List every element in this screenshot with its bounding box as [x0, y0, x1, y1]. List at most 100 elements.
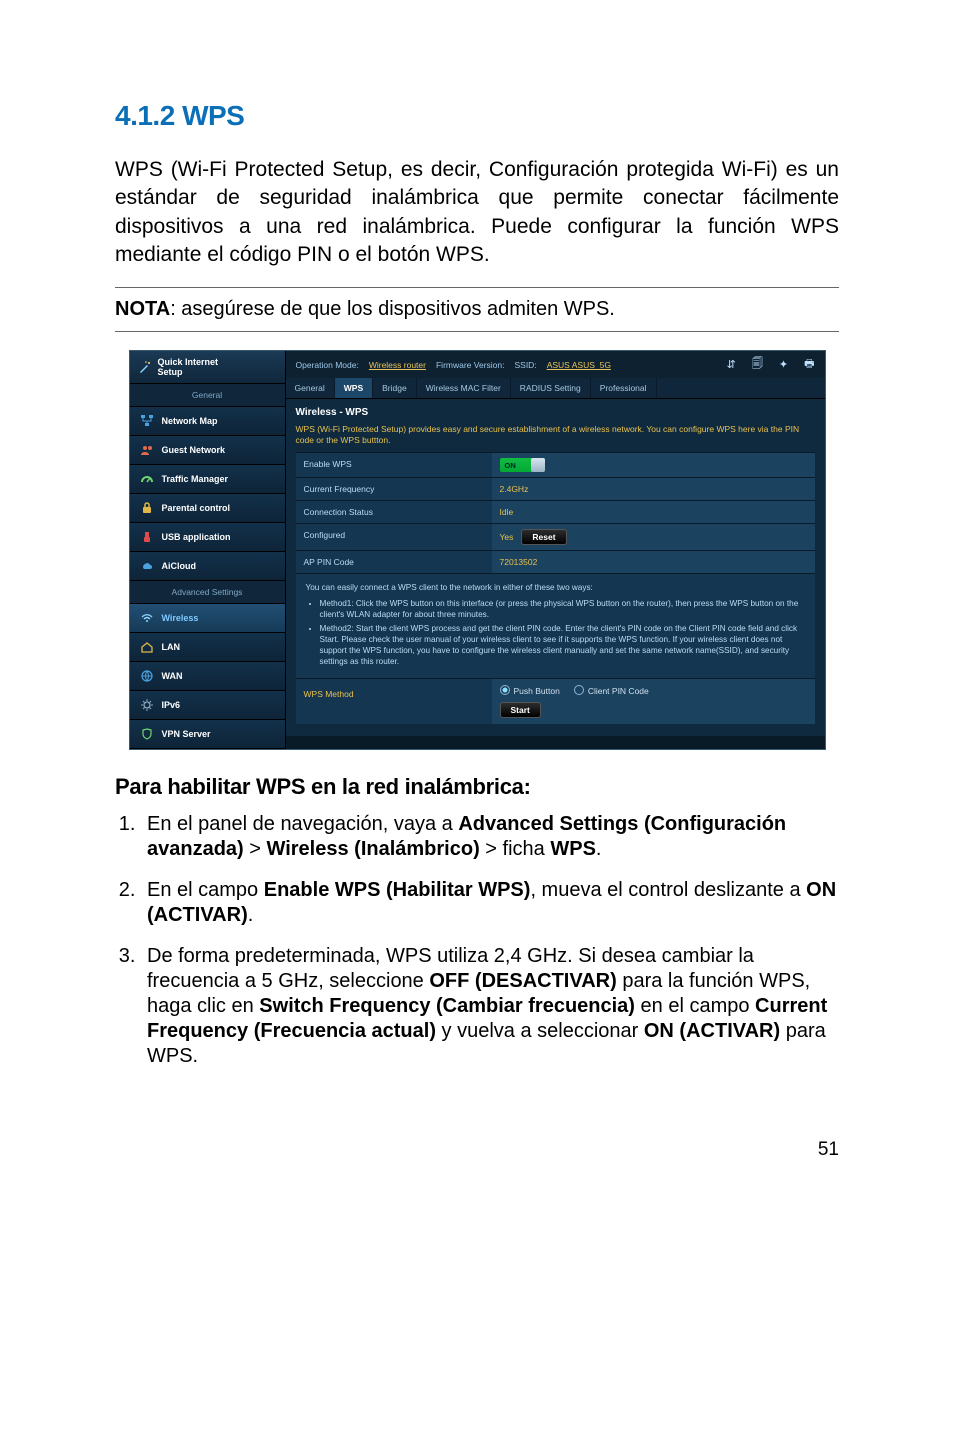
sidebar-item-lan[interactable]: LAN — [130, 633, 285, 662]
ap-pin-label: AP PIN Code — [296, 551, 492, 573]
ssid-value[interactable]: ASUS ASUS_5G — [547, 360, 611, 370]
people-icon — [140, 443, 154, 457]
shield-icon — [140, 727, 154, 741]
radio-push-button[interactable]: Push Button — [500, 685, 560, 696]
router-main: Operation Mode: Wireless router Firmware… — [286, 351, 825, 749]
sidebar-item-vpn-server[interactable]: VPN Server — [130, 720, 285, 749]
op-mode-label: Operation Mode: — [296, 360, 359, 370]
sidebar-item-label: AiCloud — [162, 561, 197, 571]
row-enable-wps: Enable WPS ON — [296, 452, 815, 477]
tab-general[interactable]: General — [286, 378, 335, 398]
sidebar-item-wan[interactable]: WAN — [130, 662, 285, 691]
sidebar-item-label: USB application — [162, 532, 231, 542]
sidebar-item-ipv6[interactable]: IPv6 — [130, 691, 285, 720]
usb-icon — [140, 530, 154, 544]
sidebar-item-label: IPv6 — [162, 700, 181, 710]
sidebar-item-aicloud[interactable]: AiCloud — [130, 552, 285, 581]
sidebar-item-network-map[interactable]: Network Map — [130, 407, 285, 436]
section-number: 4.1.2 — [115, 100, 175, 131]
sidebar-item-traffic-manager[interactable]: Traffic Manager — [130, 465, 285, 494]
sidebar-item-label: Guest Network — [162, 445, 226, 455]
note-block: NOTA: asegúrese de que los dispositivos … — [115, 288, 839, 331]
current-frequency-value: 2.4GHz — [492, 478, 815, 500]
note-label: NOTA — [115, 298, 170, 320]
sidebar-item-label: LAN — [162, 642, 181, 652]
configured-value: Yes — [500, 532, 514, 542]
router-topbar: Operation Mode: Wireless router Firmware… — [286, 351, 825, 378]
sidebar-item-usb-application[interactable]: USB application — [130, 523, 285, 552]
help-intro: You can easily connect a WPS client to t… — [306, 582, 805, 593]
router-tabs: General WPS Bridge Wireless MAC Filter R… — [286, 378, 825, 399]
intro-paragraph: WPS (Wi-Fi Protected Setup, es decir, Co… — [115, 156, 839, 269]
sidebar-heading-advanced: Advanced Settings — [130, 581, 285, 604]
wand-icon — [138, 360, 152, 374]
steps-list: En el panel de navegación, vaya a Advanc… — [115, 812, 839, 1069]
wps-method-radios: Push Button Client PIN Code — [500, 685, 807, 696]
connection-status-label: Connection Status — [296, 501, 492, 523]
reset-button[interactable]: Reset — [521, 529, 566, 545]
cloud-icon — [140, 559, 154, 573]
sidebar-item-qis[interactable]: Quick Internet Setup — [130, 351, 285, 384]
tab-mac-filter[interactable]: Wireless MAC Filter — [417, 378, 511, 398]
row-wps-method: WPS Method Push Button Client PIN Code S… — [296, 678, 815, 724]
signal-icon[interactable]: ⇵ — [727, 358, 736, 371]
current-frequency-label: Current Frequency — [296, 478, 492, 500]
section-name: WPS — [182, 100, 244, 131]
sidebar-item-parental-control[interactable]: Parental control — [130, 494, 285, 523]
globe-icon — [140, 669, 154, 683]
tab-bridge[interactable]: Bridge — [373, 378, 417, 398]
clipboard-icon[interactable]: 🗐 — [752, 355, 763, 374]
refresh-icon[interactable]: ✦ — [779, 358, 788, 371]
sidebar-item-label: VPN Server — [162, 729, 211, 739]
gauge-icon — [140, 472, 154, 486]
printer-icon[interactable]: 🖶 — [804, 355, 814, 374]
step-3: De forma predeterminada, WPS utiliza 2,4… — [141, 944, 839, 1069]
panel-desc: WPS (Wi-Fi Protected Setup) provides eas… — [296, 424, 815, 446]
tab-professional[interactable]: Professional — [591, 378, 657, 398]
sidebar-item-guest-network[interactable]: Guest Network — [130, 436, 285, 465]
radio-pin-label: Client PIN Code — [588, 686, 649, 696]
radio-push-label: Push Button — [514, 686, 560, 696]
enable-wps-toggle[interactable]: ON — [500, 458, 545, 472]
page-number: 51 — [115, 1139, 839, 1161]
ap-pin-value: 72013502 — [492, 551, 815, 573]
sidebar-item-wireless[interactable]: Wireless — [130, 604, 285, 633]
toggle-on-text: ON — [505, 461, 516, 470]
sidebar-item-label: Parental control — [162, 503, 231, 513]
start-button[interactable]: Start — [500, 702, 541, 718]
router-sidebar: Quick Internet Setup General Network Map… — [130, 351, 286, 749]
radio-client-pin[interactable]: Client PIN Code — [574, 685, 649, 696]
home-icon — [140, 640, 154, 654]
sidebar-item-label: Network Map — [162, 416, 218, 426]
panel-title: Wireless - WPS — [296, 407, 815, 418]
connection-status-value: Idle — [492, 501, 815, 523]
help-method2: Method2: Start the client WPS process an… — [320, 623, 805, 667]
tab-wps[interactable]: WPS — [335, 378, 373, 398]
wps-panel: Wireless - WPS WPS (Wi-Fi Protected Setu… — [286, 399, 825, 736]
tab-radius[interactable]: RADIUS Setting — [511, 378, 591, 398]
sidebar-heading-general: General — [130, 384, 285, 407]
qis-line2: Setup — [158, 367, 219, 377]
step-2: En el campo Enable WPS (Habilitar WPS), … — [141, 878, 839, 928]
qis-line1: Quick Internet — [158, 357, 219, 367]
wifi-icon — [140, 611, 154, 625]
lock-icon — [140, 501, 154, 515]
section-heading: 4.1.2 WPS — [115, 100, 839, 132]
router-screenshot: Quick Internet Setup General Network Map… — [129, 350, 826, 750]
ssid-label: SSID: — [514, 360, 536, 370]
row-connection-status: Connection Status Idle — [296, 500, 815, 523]
op-mode-value[interactable]: Wireless router — [369, 360, 426, 370]
divider-bottom — [115, 331, 839, 332]
sidebar-item-label: Traffic Manager — [162, 474, 229, 484]
wps-help-note: You can easily connect a WPS client to t… — [296, 573, 815, 677]
row-ap-pin: AP PIN Code 72013502 — [296, 550, 815, 573]
network-icon — [140, 414, 154, 428]
row-current-frequency: Current Frequency 2.4GHz — [296, 477, 815, 500]
wps-method-label: WPS Method — [296, 679, 492, 724]
fw-label: Firmware Version: — [436, 360, 505, 370]
row-configured: Configured Yes Reset — [296, 523, 815, 550]
configured-label: Configured — [296, 524, 492, 550]
sidebar-item-label: Wireless — [162, 613, 199, 623]
enable-wps-label: Enable WPS — [296, 453, 492, 477]
gear-icon — [140, 698, 154, 712]
